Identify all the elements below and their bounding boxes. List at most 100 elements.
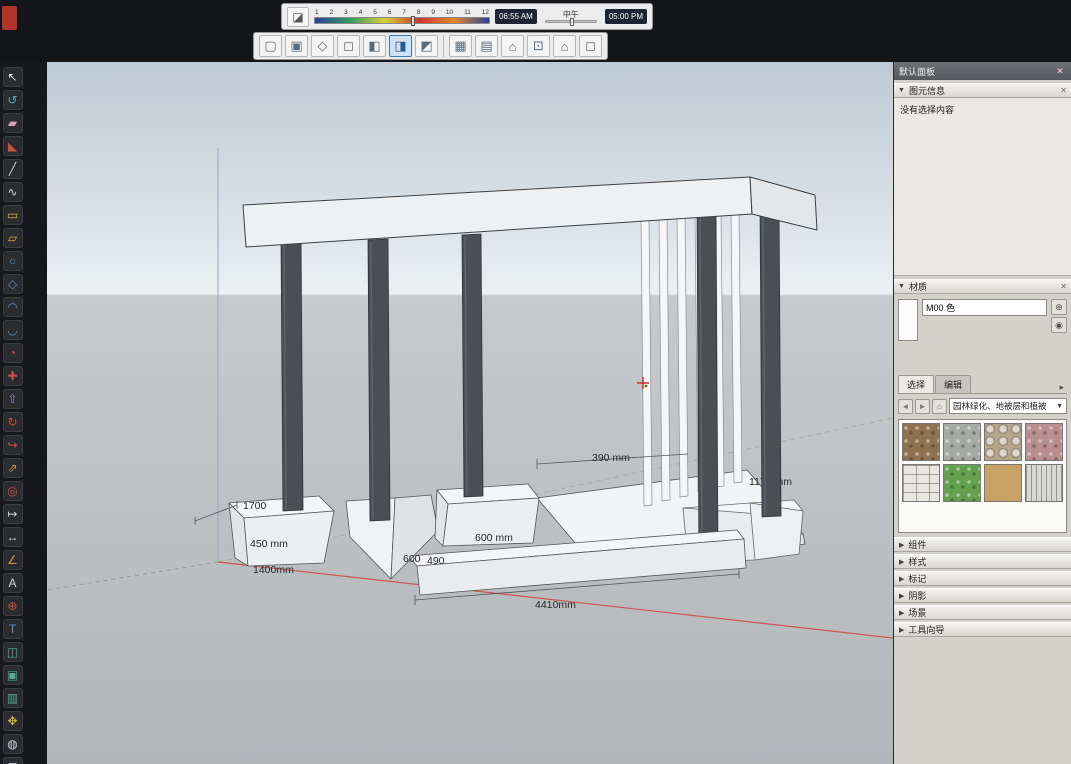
- top-view-button[interactable]: ⊡: [527, 35, 550, 57]
- column-1[interactable]: [281, 241, 303, 511]
- shaded-button[interactable]: ◧: [363, 35, 386, 57]
- pie-tool[interactable]: ◔: [3, 343, 23, 363]
- section-display-tool[interactable]: ▥: [3, 688, 23, 708]
- modeling-viewport[interactable]: 1172 mm: [47, 62, 893, 764]
- section-instructor[interactable]: ▶工具向导: [894, 622, 1071, 637]
- time-slider-thumb[interactable]: [570, 18, 574, 26]
- collapse-right-icon: ▶: [899, 575, 904, 583]
- column-3[interactable]: [462, 234, 483, 497]
- text-tool[interactable]: A: [3, 573, 23, 593]
- entity-info-content: 没有选择内容: [894, 98, 1071, 276]
- column-5[interactable]: [760, 204, 781, 517]
- month-label-12: 12: [482, 9, 489, 17]
- tape-measure-tool[interactable]: ↦: [3, 504, 23, 524]
- back-view-button[interactable]: ◻: [579, 35, 602, 57]
- date-slider[interactable]: 123456789101112: [314, 9, 490, 24]
- scale-tool[interactable]: ⇗: [3, 458, 23, 478]
- section-shadows[interactable]: ▶阴影: [894, 588, 1071, 603]
- collapse-icon[interactable]: ▼: [898, 87, 905, 94]
- sample-paint-button[interactable]: ◉: [1051, 317, 1067, 333]
- entity-info-header[interactable]: ▼ 图元信息 ✕: [894, 83, 1071, 98]
- section-styles[interactable]: ▶样式: [894, 554, 1071, 569]
- axes-tool[interactable]: ⊕: [3, 596, 23, 616]
- back-button[interactable]: ◄: [898, 399, 913, 414]
- home-button[interactable]: ⌂: [932, 399, 947, 414]
- zoom-window-tool[interactable]: ⊡: [3, 757, 23, 764]
- entity-info-close-icon[interactable]: ✕: [1060, 86, 1067, 95]
- tab-edit[interactable]: 编辑: [935, 375, 971, 393]
- styles-toolbar: ▢▣◇◻◧◨◩▦▤⌂⊡⌂◻: [253, 32, 608, 60]
- material-swatch-sand-tan[interactable]: [984, 464, 1022, 502]
- time-slider-track[interactable]: [545, 20, 597, 23]
- front-view-button[interactable]: ⌂: [553, 35, 576, 57]
- polygon-tool[interactable]: ◇: [3, 274, 23, 294]
- section-fill-tool[interactable]: ▣: [3, 665, 23, 685]
- material-name-input[interactable]: [922, 299, 1047, 316]
- section-plane-tool[interactable]: ◫: [3, 642, 23, 662]
- dimension-tool[interactable]: ↔: [3, 527, 23, 547]
- tray-close-icon[interactable]: ✕: [1054, 66, 1066, 77]
- 3d-text-tool[interactable]: T: [3, 619, 23, 639]
- material-swatch-grid: [898, 419, 1067, 533]
- rectangle-tool[interactable]: ▭: [3, 205, 23, 225]
- select-tool[interactable]: ↖: [3, 67, 23, 87]
- arc-tool[interactable]: ◠: [3, 297, 23, 317]
- wireframe-button[interactable]: ◇: [311, 35, 334, 57]
- section-tags[interactable]: ▶标记: [894, 571, 1071, 586]
- monochrome-button[interactable]: ◩: [415, 35, 438, 57]
- dim-left-base-width: 450 mm: [250, 538, 288, 550]
- circle-tool[interactable]: ○: [3, 251, 23, 271]
- section-scenes[interactable]: ▶场景: [894, 605, 1071, 620]
- material-category-dropdown[interactable]: 园林绿化、地被层和植被 ▼: [949, 398, 1067, 414]
- move-tool[interactable]: ✚: [3, 366, 23, 386]
- forward-button[interactable]: ►: [915, 399, 930, 414]
- push-pull-tool[interactable]: ⇧: [3, 389, 23, 409]
- zoom-tool[interactable]: ◍: [3, 734, 23, 754]
- section-components[interactable]: ▶组件: [894, 537, 1071, 552]
- category-label: 园林绿化、地被层和植被: [953, 400, 1047, 412]
- material-swatch-gravel-brown[interactable]: [902, 423, 940, 461]
- material-swatch-brick-white[interactable]: [902, 464, 940, 502]
- date-slider-thumb[interactable]: [411, 16, 415, 26]
- details-icon[interactable]: ▸: [1056, 382, 1067, 393]
- material-swatch-fence-white[interactable]: [1025, 464, 1063, 502]
- rotated-rectangle-tool[interactable]: ▱: [3, 228, 23, 248]
- tab-select[interactable]: 选择: [898, 375, 934, 393]
- shadow-toggle-button[interactable]: ◪: [287, 7, 309, 27]
- follow-me-tool[interactable]: ↪: [3, 435, 23, 455]
- line-tool[interactable]: ╱: [3, 159, 23, 179]
- date-gradient-track[interactable]: [314, 17, 490, 24]
- rotated-rectangle-icon: ▱: [8, 232, 17, 244]
- orbit-tool[interactable]: ↺: [3, 90, 23, 110]
- collapse-icon[interactable]: ▼: [898, 283, 905, 290]
- x-ray-button[interactable]: ▢: [259, 35, 282, 57]
- tray-title-bar[interactable]: 默认面板 ✕: [894, 62, 1071, 80]
- material-preview[interactable]: [898, 299, 918, 341]
- hidden-line-button[interactable]: ◻: [337, 35, 360, 57]
- back-edges-button[interactable]: ▣: [285, 35, 308, 57]
- protractor-tool[interactable]: ∠: [3, 550, 23, 570]
- two-point-arc-tool[interactable]: ◡: [3, 320, 23, 340]
- create-material-button[interactable]: ⊕: [1051, 299, 1067, 315]
- eraser-tool[interactable]: ▰: [3, 113, 23, 133]
- freehand-tool[interactable]: ∿: [3, 182, 23, 202]
- iso-view-button[interactable]: ⌂: [501, 35, 524, 57]
- shaded-with-textures-button[interactable]: ◨: [389, 35, 412, 57]
- column-2[interactable]: [368, 239, 390, 521]
- material-swatch-stone-pink[interactable]: [1025, 423, 1063, 461]
- pan-tool[interactable]: ✥: [3, 711, 23, 731]
- rotate-tool[interactable]: ↻: [3, 412, 23, 432]
- time-slider[interactable]: 中午: [542, 7, 600, 27]
- viewport-svg[interactable]: 1172 mm: [47, 62, 893, 764]
- column-4[interactable]: [697, 211, 718, 558]
- brick-cube-button[interactable]: ▤: [475, 35, 498, 57]
- material-swatch-grass-green[interactable]: [943, 464, 981, 502]
- paint-bucket-tool[interactable]: ◣: [3, 136, 23, 156]
- materials-header[interactable]: ▼ 材质 ✕: [894, 279, 1071, 294]
- follow-me-icon: ↪: [7, 439, 17, 451]
- textured-cube-button[interactable]: ▦: [449, 35, 472, 57]
- material-swatch-gravel-gray[interactable]: [943, 423, 981, 461]
- offset-tool[interactable]: ◎: [3, 481, 23, 501]
- material-swatch-pebbles-tan[interactable]: [984, 423, 1022, 461]
- materials-close-icon[interactable]: ✕: [1060, 282, 1067, 291]
